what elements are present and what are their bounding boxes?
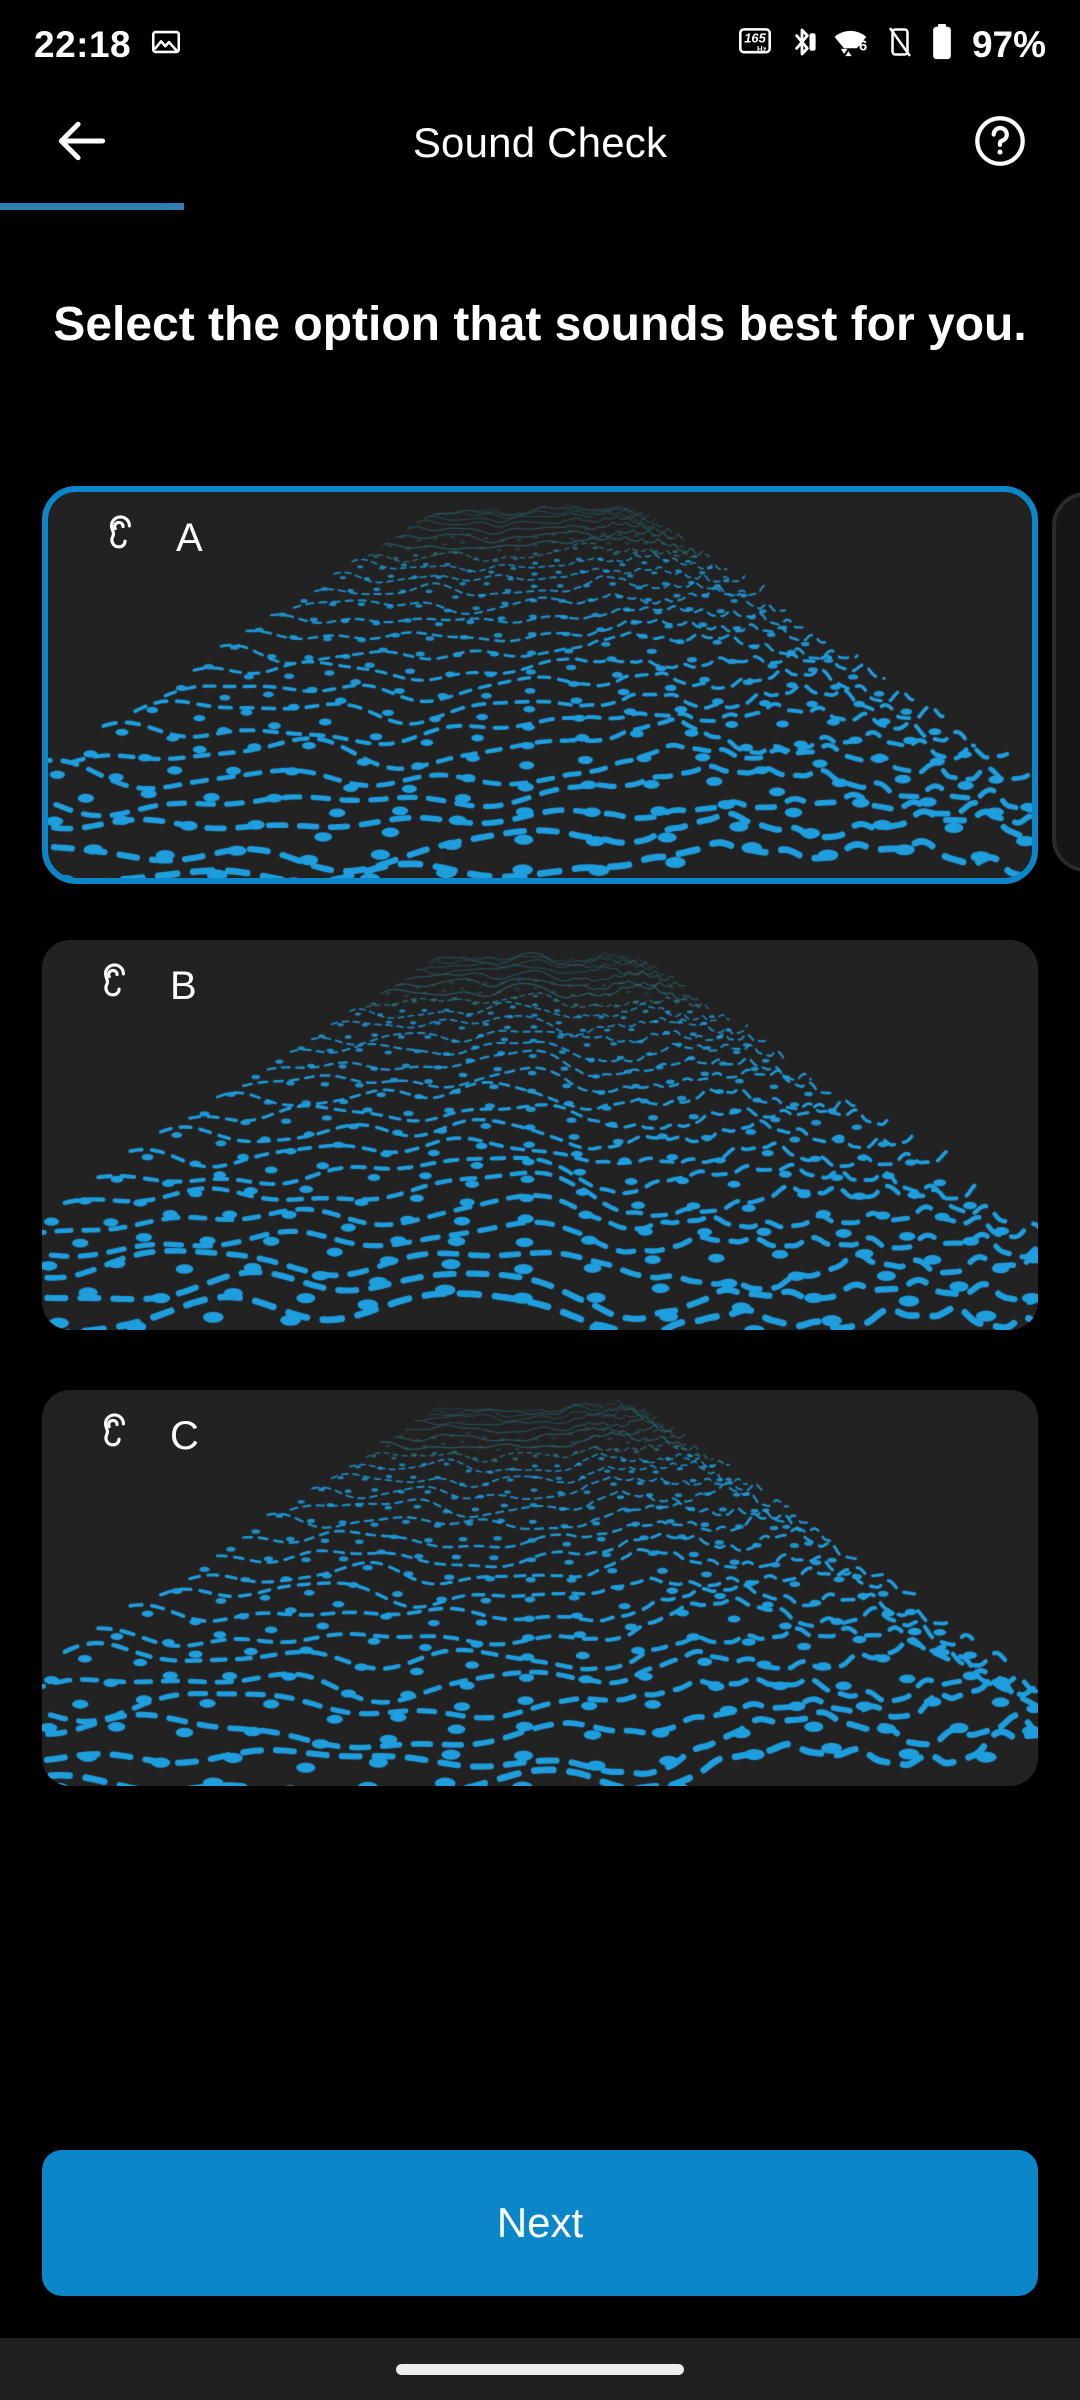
audio-visualization-a (48, 492, 1032, 878)
svg-text:Hz: Hz (757, 44, 767, 53)
status-bar-left: 22:18 (34, 25, 183, 64)
status-bar: 22:18 165 Hz 6 97% (0, 0, 1080, 88)
audio-visualization-b (42, 940, 1038, 1330)
app-bar: Sound Check (0, 88, 1080, 198)
help-button[interactable] (956, 99, 1044, 187)
progress-bar (0, 203, 1080, 210)
wifi-6-icon: 6 (831, 24, 871, 65)
audio-visualization-c (42, 1390, 1038, 1786)
option-card-a[interactable]: A (42, 486, 1038, 884)
home-gesture-pill[interactable] (396, 2363, 684, 2375)
option-card-peek[interactable] (1052, 492, 1080, 872)
progress-bar-fill (0, 203, 184, 210)
option-card-c[interactable]: C (42, 1390, 1038, 1786)
help-circle-icon (971, 112, 1029, 175)
svg-text:6: 6 (859, 37, 867, 54)
gesture-nav-bar (0, 2338, 1080, 2400)
svg-text:165: 165 (744, 30, 766, 45)
next-button[interactable]: Next (42, 2150, 1038, 2296)
screenshot-icon (149, 25, 183, 64)
status-bar-battery-percent: 97% (971, 23, 1046, 65)
sound-check-screen: 22:18 165 Hz 6 97% Sound Check Select th… (0, 0, 1080, 2400)
bluetooth-icon (786, 24, 818, 65)
vibrate-off-icon (884, 24, 916, 65)
instruction-text: Select the option that sounds best for y… (53, 298, 1027, 351)
battery-icon (929, 23, 955, 66)
refresh-rate-165hz-icon: 165 Hz (737, 24, 773, 65)
page-title: Sound Check (412, 119, 668, 166)
status-bar-right: 165 Hz 6 97% (737, 23, 1046, 66)
option-card-b[interactable]: B (42, 940, 1038, 1330)
status-bar-clock: 22:18 (34, 23, 132, 65)
